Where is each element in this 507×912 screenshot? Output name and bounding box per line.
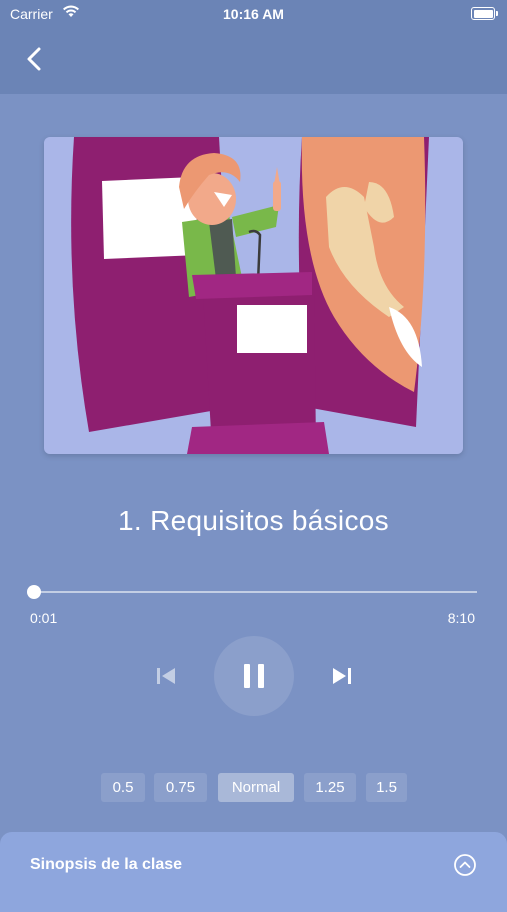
progress-thumb[interactable] — [26, 585, 41, 599]
clock: 10:16 AM — [223, 6, 284, 22]
speaker-at-podium-illustration — [44, 137, 463, 454]
playback-speed-selector: 0.5 0.75 Normal 1.25 1.5 — [0, 773, 507, 802]
lesson-title: 1. Requisitos básicos — [118, 505, 389, 536]
chevron-left-icon — [27, 47, 41, 71]
previous-track-button[interactable] — [150, 660, 182, 692]
play-pause-button[interactable] — [214, 636, 294, 716]
next-track-button[interactable] — [326, 660, 358, 692]
navigation-bar — [0, 28, 507, 94]
pause-icon — [244, 664, 264, 688]
speed-option-0-75[interactable]: 0.75 — [154, 773, 207, 802]
status-bar: Carrier 10:16 AM — [0, 0, 507, 28]
speed-option-1-25[interactable]: 1.25 — [304, 773, 356, 802]
lesson-cover-illustration — [44, 137, 463, 454]
skip-next-icon — [333, 668, 351, 684]
chevron-up-circle-icon[interactable] — [453, 853, 477, 877]
back-button[interactable] — [18, 42, 52, 76]
current-time: 0:01 — [30, 610, 58, 626]
synopsis-label: Sinopsis de la clase — [30, 856, 183, 873]
speed-option-1-5[interactable]: 1.5 — [366, 773, 407, 802]
total-time: 8:10 — [447, 610, 475, 626]
skip-previous-icon — [157, 668, 175, 684]
synopsis-panel[interactable]: Sinopsis de la clase — [0, 832, 507, 912]
battery-icon — [471, 7, 498, 20]
speed-option-normal[interactable]: Normal — [218, 773, 294, 802]
progress-slider[interactable] — [26, 585, 477, 599]
speed-option-0-5[interactable]: 0.5 — [101, 773, 145, 802]
